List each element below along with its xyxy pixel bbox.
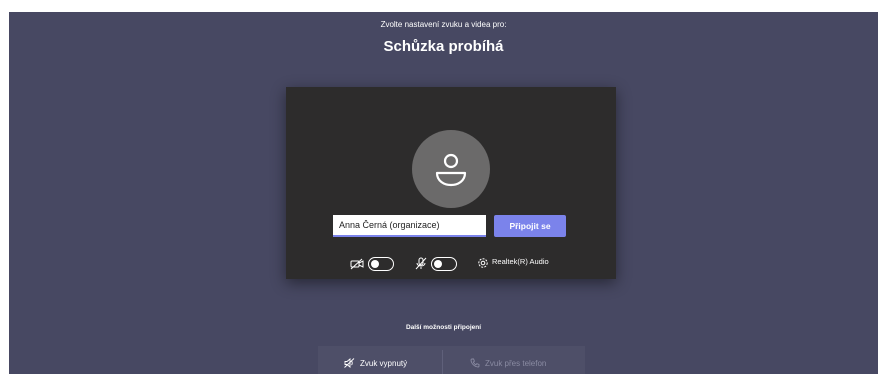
- avatar: [412, 130, 490, 208]
- audio-off-label: Zvuk vypnutý: [360, 358, 408, 368]
- speaker-off-icon: [344, 358, 355, 368]
- name-input[interactable]: [333, 215, 486, 237]
- more-options-heading: Další možnosti připojení: [405, 324, 482, 331]
- phone-audio-option[interactable]: Zvuk přes telefon: [470, 358, 546, 368]
- audio-off-option[interactable]: Zvuk vypnutý: [344, 358, 407, 368]
- mic-off-icon[interactable]: [415, 257, 427, 270]
- audio-device-label[interactable]: Realtek(R) Audio: [492, 257, 549, 266]
- options-divider: [442, 350, 443, 374]
- meeting-title: Schůzka probíhá: [383, 38, 504, 55]
- prejoin-card: Připojit se Realtek(R) Audio: [286, 87, 616, 279]
- join-button[interactable]: Připojit se: [494, 215, 566, 237]
- gear-icon[interactable]: [477, 257, 489, 269]
- mic-toggle-knob: [434, 259, 442, 268]
- person-icon: [435, 153, 467, 187]
- camera-toggle-knob: [371, 259, 379, 268]
- phone-audio-label: Zvuk přes telefon: [485, 358, 547, 368]
- phone-icon: [470, 358, 480, 368]
- join-options-panel: Zvuk vypnutý Zvuk přes telefon: [318, 346, 585, 374]
- settings-subtitle: Zvolte nastavení zvuku a videa pro:: [380, 20, 507, 29]
- camera-off-icon[interactable]: [350, 258, 364, 270]
- meeting-prejoin-screen: Zvolte nastavení zvuku a videa pro: Schů…: [9, 12, 878, 374]
- mic-toggle[interactable]: [431, 257, 457, 271]
- camera-toggle[interactable]: [368, 257, 394, 271]
